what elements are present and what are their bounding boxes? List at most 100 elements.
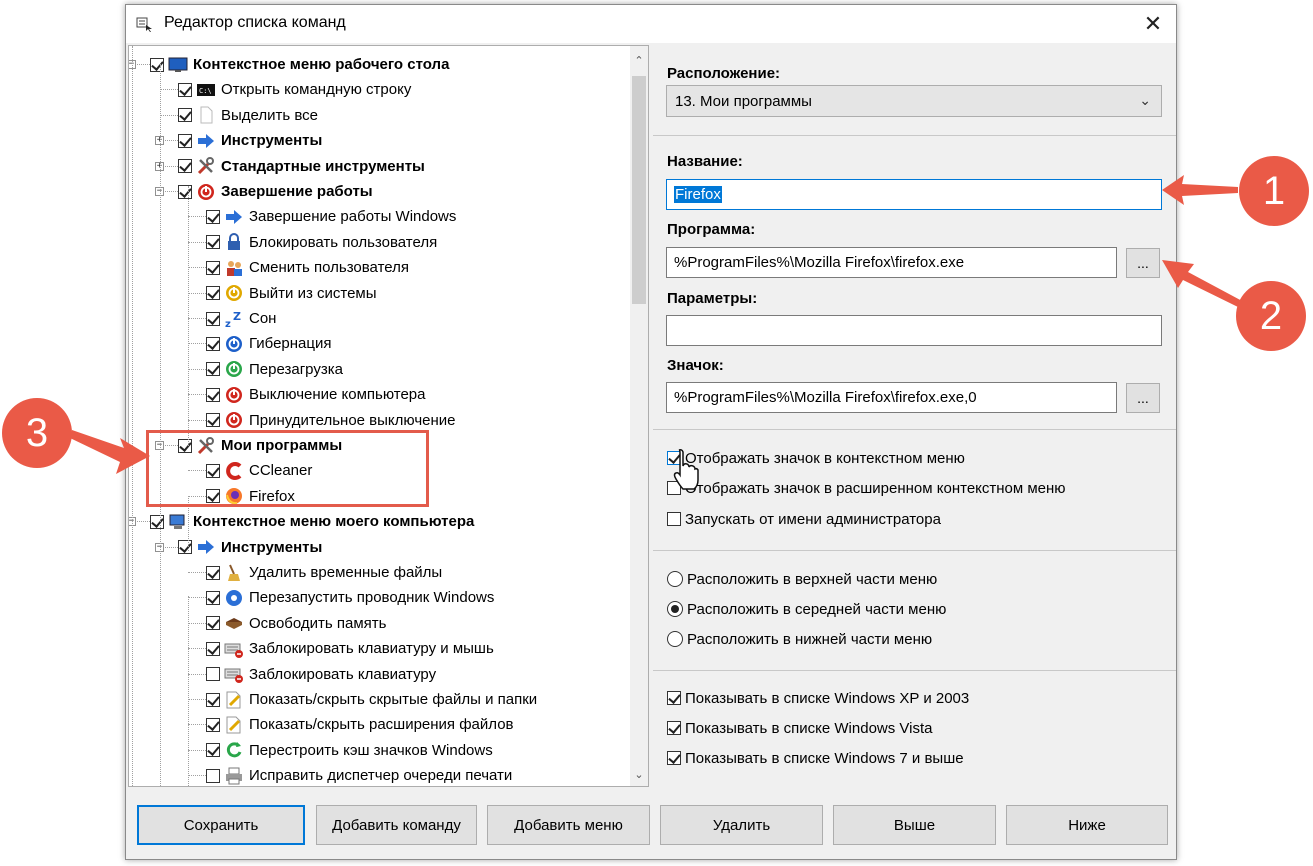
radio-button[interactable] [667, 601, 683, 617]
tree-item-checkbox[interactable] [150, 514, 164, 529]
tree-item[interactable]: Инструменты [178, 535, 322, 560]
tree-item-label: Инструменты [221, 538, 323, 556]
tree-item-checkbox[interactable] [206, 768, 220, 783]
radio-button[interactable] [667, 571, 683, 587]
tree-item[interactable]: Контекстное меню рабочего стола [150, 52, 449, 77]
tree-item[interactable]: Удалить временные файлы [206, 560, 442, 585]
tree-item-checkbox[interactable] [206, 311, 220, 326]
tree-item-checkbox[interactable] [206, 260, 220, 275]
radio-position-middle[interactable]: Расположить в середней части меню [667, 598, 946, 620]
callout-badge-3: 3 [2, 398, 72, 468]
icon-input-value: %ProgramFiles%\Mozilla Firefox\firefox.e… [674, 389, 977, 406]
option-checkbox[interactable] [667, 751, 681, 765]
tree-item-checkbox[interactable] [178, 108, 192, 123]
tree-item[interactable]: z Z Сон [206, 306, 276, 331]
tree-connector [160, 114, 178, 116]
tree-item[interactable]: Сменить пользователя [206, 255, 409, 280]
icon-input[interactable]: %ProgramFiles%\Mozilla Firefox\firefox.e… [666, 382, 1117, 413]
location-dropdown[interactable]: 13. Мои программы ⌄ [666, 85, 1162, 117]
move-down-button[interactable]: Ниже [1006, 805, 1168, 845]
tree-item-checkbox[interactable] [178, 159, 192, 174]
params-input[interactable] [666, 315, 1162, 346]
show-in-vista-option[interactable]: Показывать в списке Windows Vista [667, 717, 933, 739]
radio-position-top[interactable]: Расположить в верхней части меню [667, 568, 937, 590]
option-checkbox[interactable] [667, 691, 681, 705]
tree-item-checkbox[interactable] [206, 743, 220, 758]
power-red-icon [196, 182, 216, 202]
scroll-down-arrow-icon[interactable]: ⌄ [630, 764, 648, 784]
option-show-icon-context[interactable]: Отображать значок в контекстном меню [667, 447, 965, 469]
icon-browse-button[interactable]: ... [1126, 383, 1160, 413]
arrow-right-icon [224, 207, 244, 227]
add-menu-button[interactable]: Добавить меню [487, 805, 650, 845]
delete-button[interactable]: Удалить [660, 805, 823, 845]
tree-item[interactable]: Заблокировать клавиатуру и мышь [206, 636, 494, 661]
tree-scrollbar[interactable]: ⌃ ⌄ [630, 46, 648, 786]
tree-item[interactable]: Контекстное меню моего компьютера [150, 509, 474, 534]
tree-item[interactable]: Перестроить кэш значков Windows [206, 738, 493, 763]
tree-item-checkbox[interactable] [206, 616, 220, 631]
program-browse-button[interactable]: ... [1126, 248, 1160, 278]
tree-item-checkbox[interactable] [150, 57, 164, 72]
show-in-win7-option[interactable]: Показывать в списке Windows 7 и выше [667, 747, 964, 769]
svg-text:C:\: C:\ [199, 87, 212, 95]
tree-item-checkbox[interactable] [178, 184, 192, 199]
chevron-down-icon: ⌄ [1139, 92, 1151, 108]
tree-item[interactable]: Освободить память [206, 611, 386, 636]
callout-arrow-1-icon [1162, 175, 1238, 205]
tree-item-checkbox[interactable] [206, 362, 220, 377]
tree-item[interactable]: Завершение работы Windows [206, 204, 456, 229]
tree-item-checkbox[interactable] [206, 590, 220, 605]
tree-item[interactable]: Выделить все [178, 103, 318, 128]
command-tree[interactable]: ⌃ ⌄ Контекстное меню рабочего стола − C:\ О… [128, 45, 649, 787]
tree-item-checkbox[interactable] [206, 387, 220, 402]
option-checkbox[interactable] [667, 512, 681, 526]
tree-item-checkbox[interactable] [206, 413, 220, 428]
program-label: Программа: [667, 221, 756, 238]
name-input[interactable]: Firefox [666, 179, 1162, 210]
show-in-xp-option[interactable]: Показывать в списке Windows XP и 2003 [667, 687, 969, 709]
tree-item[interactable]: Перезагрузка [206, 357, 343, 382]
tree-item-checkbox[interactable] [206, 717, 220, 732]
tree-item-label: Исправить диспетчер очереди печати [249, 767, 513, 785]
tree-item[interactable]: Заблокировать клавиатуру [206, 662, 436, 687]
tree-item-checkbox[interactable] [178, 540, 192, 555]
program-input[interactable]: %ProgramFiles%\Mozilla Firefox\firefox.e… [666, 247, 1117, 278]
save-button[interactable]: Сохранить [137, 805, 305, 845]
tree-item[interactable]: Стандартные инструменты [178, 154, 425, 179]
tree-item[interactable]: Показать/скрыть скрытые файлы и папки [206, 687, 537, 712]
scroll-thumb[interactable] [632, 76, 646, 304]
tree-item-checkbox[interactable] [206, 235, 220, 250]
tree-item-checkbox[interactable] [206, 692, 220, 707]
tree-item-checkbox[interactable] [206, 641, 220, 656]
tree-item[interactable]: Инструменты [178, 128, 322, 153]
tree-item[interactable]: Перезапустить проводник Windows [206, 585, 494, 610]
option-run-as-admin[interactable]: Запускать от имени администратора [667, 508, 941, 530]
tree-item-checkbox[interactable] [178, 82, 192, 97]
radio-button[interactable] [667, 631, 683, 647]
tree-item-checkbox[interactable] [178, 133, 192, 148]
add-command-button[interactable]: Добавить команду [316, 805, 477, 845]
tree-item[interactable]: Гибернация [206, 331, 332, 356]
tree-item-checkbox[interactable] [206, 336, 220, 351]
tree-item[interactable]: Показать/скрыть расширения файлов [206, 712, 514, 737]
tree-item[interactable]: C:\ Открыть командную строку [178, 77, 411, 102]
tree-item[interactable]: Выключение компьютера [206, 382, 426, 407]
option-show-icon-extended[interactable]: Отображать значок в расширенном контекст… [667, 477, 1066, 499]
tree-item-checkbox[interactable] [206, 565, 220, 580]
tree-item-checkbox[interactable] [206, 286, 220, 301]
tree-item-label: Инструменты [221, 132, 323, 150]
move-up-button[interactable]: Выше [833, 805, 996, 845]
tree-item-checkbox[interactable] [206, 209, 220, 224]
tree-item[interactable]: Завершение работы [178, 179, 373, 204]
scroll-up-arrow-icon[interactable]: ⌃ [630, 50, 648, 70]
tree-item[interactable]: Исправить диспетчер очереди печати [206, 763, 513, 786]
file-edit-icon [224, 715, 244, 735]
tree-item[interactable]: Принудительное выключение [206, 408, 455, 433]
option-checkbox[interactable] [667, 721, 681, 735]
tree-item[interactable]: Блокировать пользователя [206, 230, 437, 255]
radio-position-bottom[interactable]: Расположить в нижней части меню [667, 628, 932, 650]
tree-item-checkbox[interactable] [206, 667, 220, 682]
close-button[interactable]: ✕ [1130, 5, 1176, 43]
tree-item[interactable]: Выйти из системы [206, 281, 377, 306]
